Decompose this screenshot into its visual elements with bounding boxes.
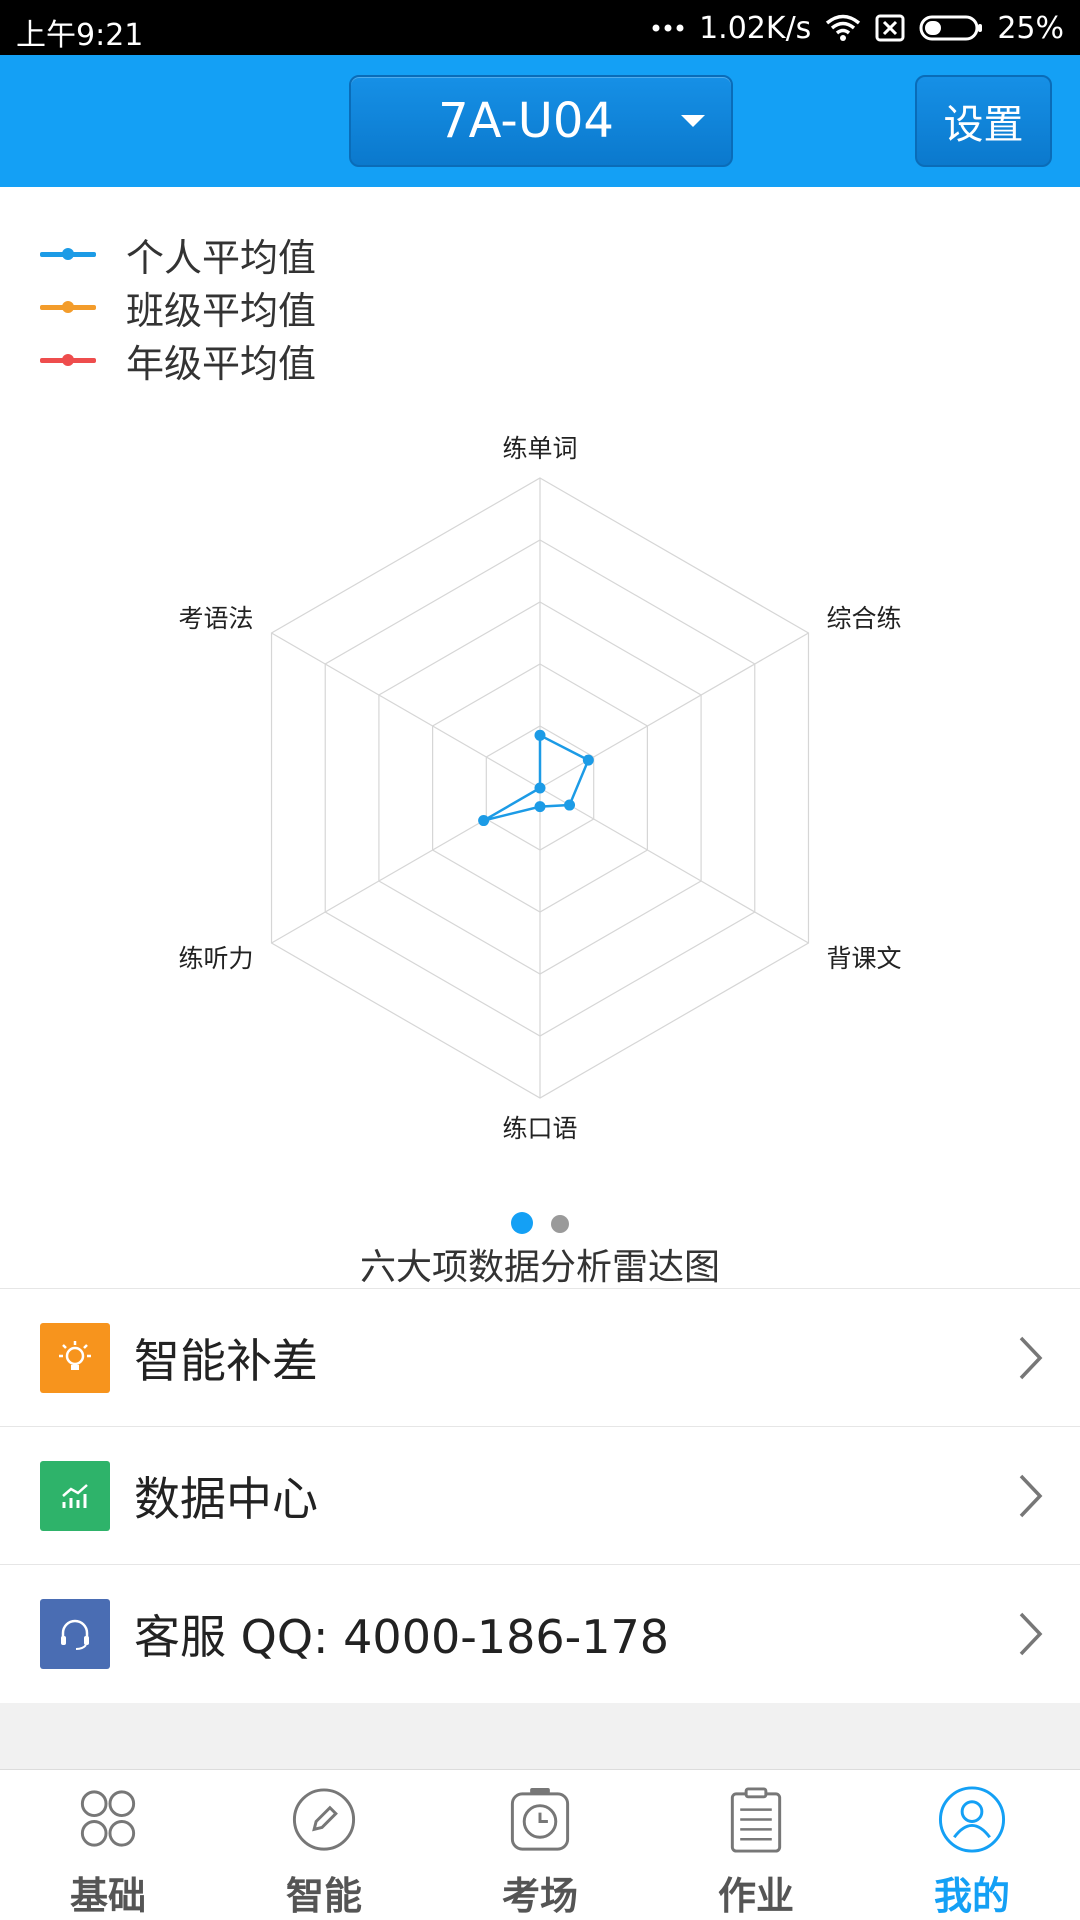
list-label: 客服 QQ: 4000-186-178 [134, 1610, 670, 1664]
radar-axis-label: 练口语 [502, 1114, 577, 1143]
legend-line-class [40, 301, 96, 313]
dropdown-caret-icon [681, 115, 705, 127]
nav-tab-exam[interactable]: 考场 [432, 1770, 648, 1920]
legend-line-personal [40, 248, 96, 260]
unit-selector[interactable]: 7A-U04 [349, 75, 733, 167]
status-bar: 上午9:21 1.02K/s 25% [0, 0, 1080, 55]
page-indicator [0, 1212, 1080, 1234]
radar-data-point [534, 801, 546, 813]
page-dot-active[interactable] [511, 1212, 533, 1234]
page-dot[interactable] [551, 1215, 569, 1233]
status-time: 上午9:21 [16, 18, 144, 53]
menu-list: 智能补差 数据中心 客服 QQ: 4000-186-178 [0, 1288, 1080, 1703]
nav-tab-homework[interactable]: 作业 [648, 1770, 864, 1920]
radar-axis-line [539, 787, 809, 944]
nav-tab-mine[interactable]: 我的 [864, 1770, 1080, 1920]
chart-caption: 六大项数据分析雷达图 [359, 1247, 720, 1288]
nav-label: 考场 [501, 1874, 578, 1918]
radar-axis-label: 练单词 [502, 434, 577, 463]
radar-data-point [534, 782, 546, 794]
lightbulb-icon [40, 1322, 110, 1393]
chart-icon [40, 1460, 110, 1531]
nav-tab-smart[interactable]: 智能 [216, 1770, 432, 1920]
clock-icon [510, 1787, 570, 1851]
chart-legend: 个人平均值 班级平均值 年级平均值 [40, 228, 316, 387]
radar-axis-label: 练听力 [179, 944, 254, 973]
pencil-icon [292, 1788, 356, 1851]
radar-axis-label: 考语法 [179, 604, 254, 633]
nav-label: 智能 [285, 1874, 362, 1918]
legend-label-class: 班级平均值 [126, 289, 317, 333]
radar-axis-label: 综合练 [826, 604, 901, 633]
radar-data-point [564, 799, 576, 811]
sim-off-icon [875, 14, 905, 42]
chevron-right-icon [1018, 1335, 1044, 1385]
legend-line-grade [40, 354, 96, 366]
chevron-right-icon [1018, 1473, 1044, 1523]
list-label: 智能补差 [134, 1333, 318, 1388]
unit-selector-label: 7A-U04 [438, 93, 614, 149]
list-item-data-center[interactable]: 数据中心 [0, 1427, 1080, 1565]
battery-icon [919, 14, 983, 42]
legend-item-class: 班级平均值 [40, 281, 316, 334]
radar-axis-label: 背课文 [826, 944, 901, 973]
bottom-nav: 基础 智能 考场 作业 我的 [0, 1769, 1080, 1920]
radar-chart: 练单词综合练背课文练口语 练听力 考语法 [179, 434, 902, 1143]
legend-label-personal: 个人平均值 [126, 236, 317, 280]
list-item-customer-service[interactable]: 客服 QQ: 4000-186-178 [0, 1565, 1080, 1703]
radar-data-point [478, 815, 490, 827]
nav-label: 作业 [717, 1874, 794, 1918]
radar-data-point [582, 754, 594, 766]
list-item-smart-remedy[interactable]: 智能补差 [0, 1289, 1080, 1427]
legend-item-personal: 个人平均值 [40, 228, 316, 281]
user-icon [938, 1786, 1006, 1853]
radar-data-point [534, 729, 546, 741]
radar-axis-line [539, 632, 809, 789]
nav-label: 我的 [933, 1874, 1010, 1918]
list-label: 数据中心 [134, 1471, 318, 1526]
header: 7A-U04 设置 [0, 55, 1080, 187]
radar-axis-line [271, 632, 541, 789]
spacer-band [0, 1703, 1080, 1769]
chevron-right-icon [1018, 1611, 1044, 1661]
headset-icon [40, 1599, 110, 1669]
settings-button[interactable]: 设置 [915, 75, 1052, 167]
nav-tab-basics[interactable]: 基础 [0, 1770, 216, 1920]
clipboard-icon [730, 1787, 782, 1853]
battery-percent: 25% [997, 10, 1064, 46]
grid-icon [80, 1790, 136, 1847]
network-speed: 1.02K/s [699, 10, 812, 46]
more-dots-icon [651, 23, 685, 33]
nav-label: 基础 [69, 1874, 146, 1918]
status-right: 1.02K/s 25% [651, 10, 1064, 46]
wifi-icon [825, 14, 861, 42]
